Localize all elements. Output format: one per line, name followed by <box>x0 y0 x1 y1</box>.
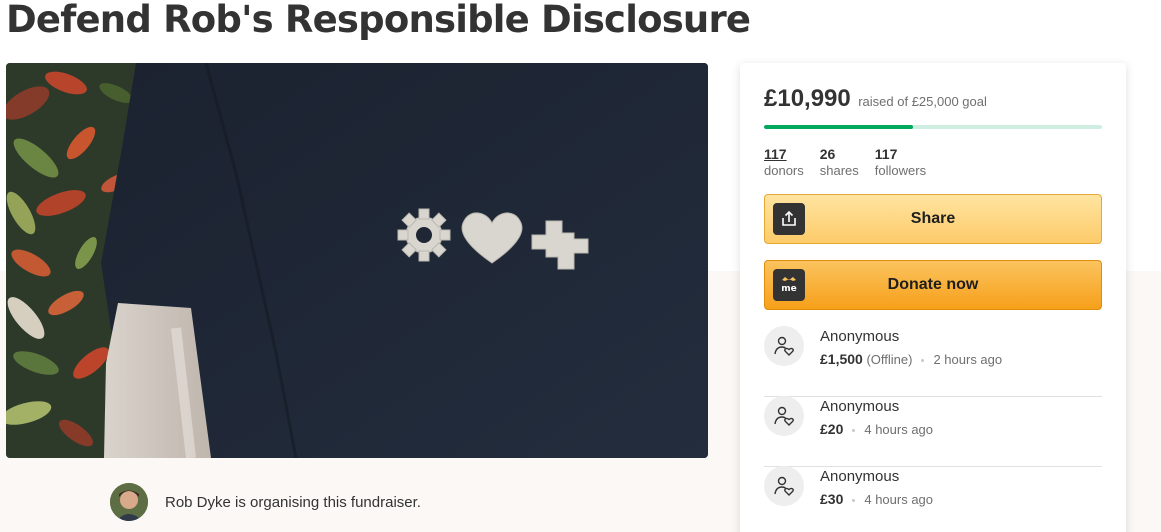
raised-summary: £10,990 raised of £25,000 goal <box>764 85 987 113</box>
stat-value: 117 <box>874 146 898 162</box>
user-heart-icon <box>764 466 804 506</box>
stat-value: 26 <box>819 146 836 162</box>
donor-name: Anonymous <box>820 398 900 415</box>
separator-dot <box>921 359 925 363</box>
donation-note: (Offline) <box>866 352 913 367</box>
donation-meta: £30 4 hours ago <box>820 491 933 507</box>
donate-button[interactable]: me Donate now <box>764 260 1102 310</box>
gofundme-logo-icon: me <box>773 269 805 301</box>
donate-button-label: Donate now <box>887 276 979 293</box>
organiser-text: Rob Dyke is organising this fundraiser. <box>165 493 421 511</box>
donation-item: Anonymous £1,500 (Offline) 2 hours ago <box>764 326 1102 397</box>
share-button-label: Share <box>910 210 956 227</box>
donor-name: Anonymous <box>820 468 900 485</box>
progress-bar-fill <box>764 125 913 129</box>
upload-icon <box>773 203 805 235</box>
donor-name: Anonymous <box>820 328 900 345</box>
stat-label: followers <box>874 163 927 178</box>
donation-time: 4 hours ago <box>864 422 934 437</box>
organiser-row: Rob Dyke is organising this fundraiser. <box>110 483 421 521</box>
campaign-hero-image <box>6 63 708 458</box>
page-title: Defend Rob's Responsible Disclosure <box>6 0 751 41</box>
campaign-stats: 117 donors 26 shares 117 followers <box>764 146 942 180</box>
donation-amount: £30 <box>820 491 844 507</box>
stat-label: donors <box>764 163 804 178</box>
user-heart-icon <box>764 396 804 436</box>
stat-shares: 26 shares <box>820 146 859 180</box>
separator-dot <box>852 499 856 503</box>
donation-amount: £1,500 <box>820 351 863 367</box>
stat-followers: 117 followers <box>875 146 926 180</box>
donation-meta: £1,500 (Offline) 2 hours ago <box>820 351 1002 367</box>
progress-bar <box>764 125 1102 129</box>
donation-meta: £20 4 hours ago <box>820 421 933 437</box>
donation-item: Anonymous £20 4 hours ago <box>764 396 1102 467</box>
organiser-avatar[interactable] <box>110 483 148 521</box>
stat-value[interactable]: 117 <box>764 146 804 162</box>
donation-time: 2 hours ago <box>933 352 1003 367</box>
donation-amount: £20 <box>820 421 844 437</box>
raised-amount: £10,990 <box>764 85 851 112</box>
donation-item: Anonymous £30 4 hours ago <box>764 466 1102 532</box>
stat-label: shares <box>819 163 859 178</box>
stat-donors[interactable]: 117 donors <box>764 146 804 180</box>
donation-sidebar-card: £10,990 raised of £25,000 goal 117 donor… <box>740 63 1126 532</box>
donate-icon-text: me <box>781 284 796 294</box>
share-button[interactable]: Share <box>764 194 1102 244</box>
goal-text: raised of £25,000 goal <box>858 94 987 109</box>
donation-time: 4 hours ago <box>864 492 934 507</box>
separator-dot <box>852 429 856 433</box>
user-heart-icon <box>764 326 804 366</box>
